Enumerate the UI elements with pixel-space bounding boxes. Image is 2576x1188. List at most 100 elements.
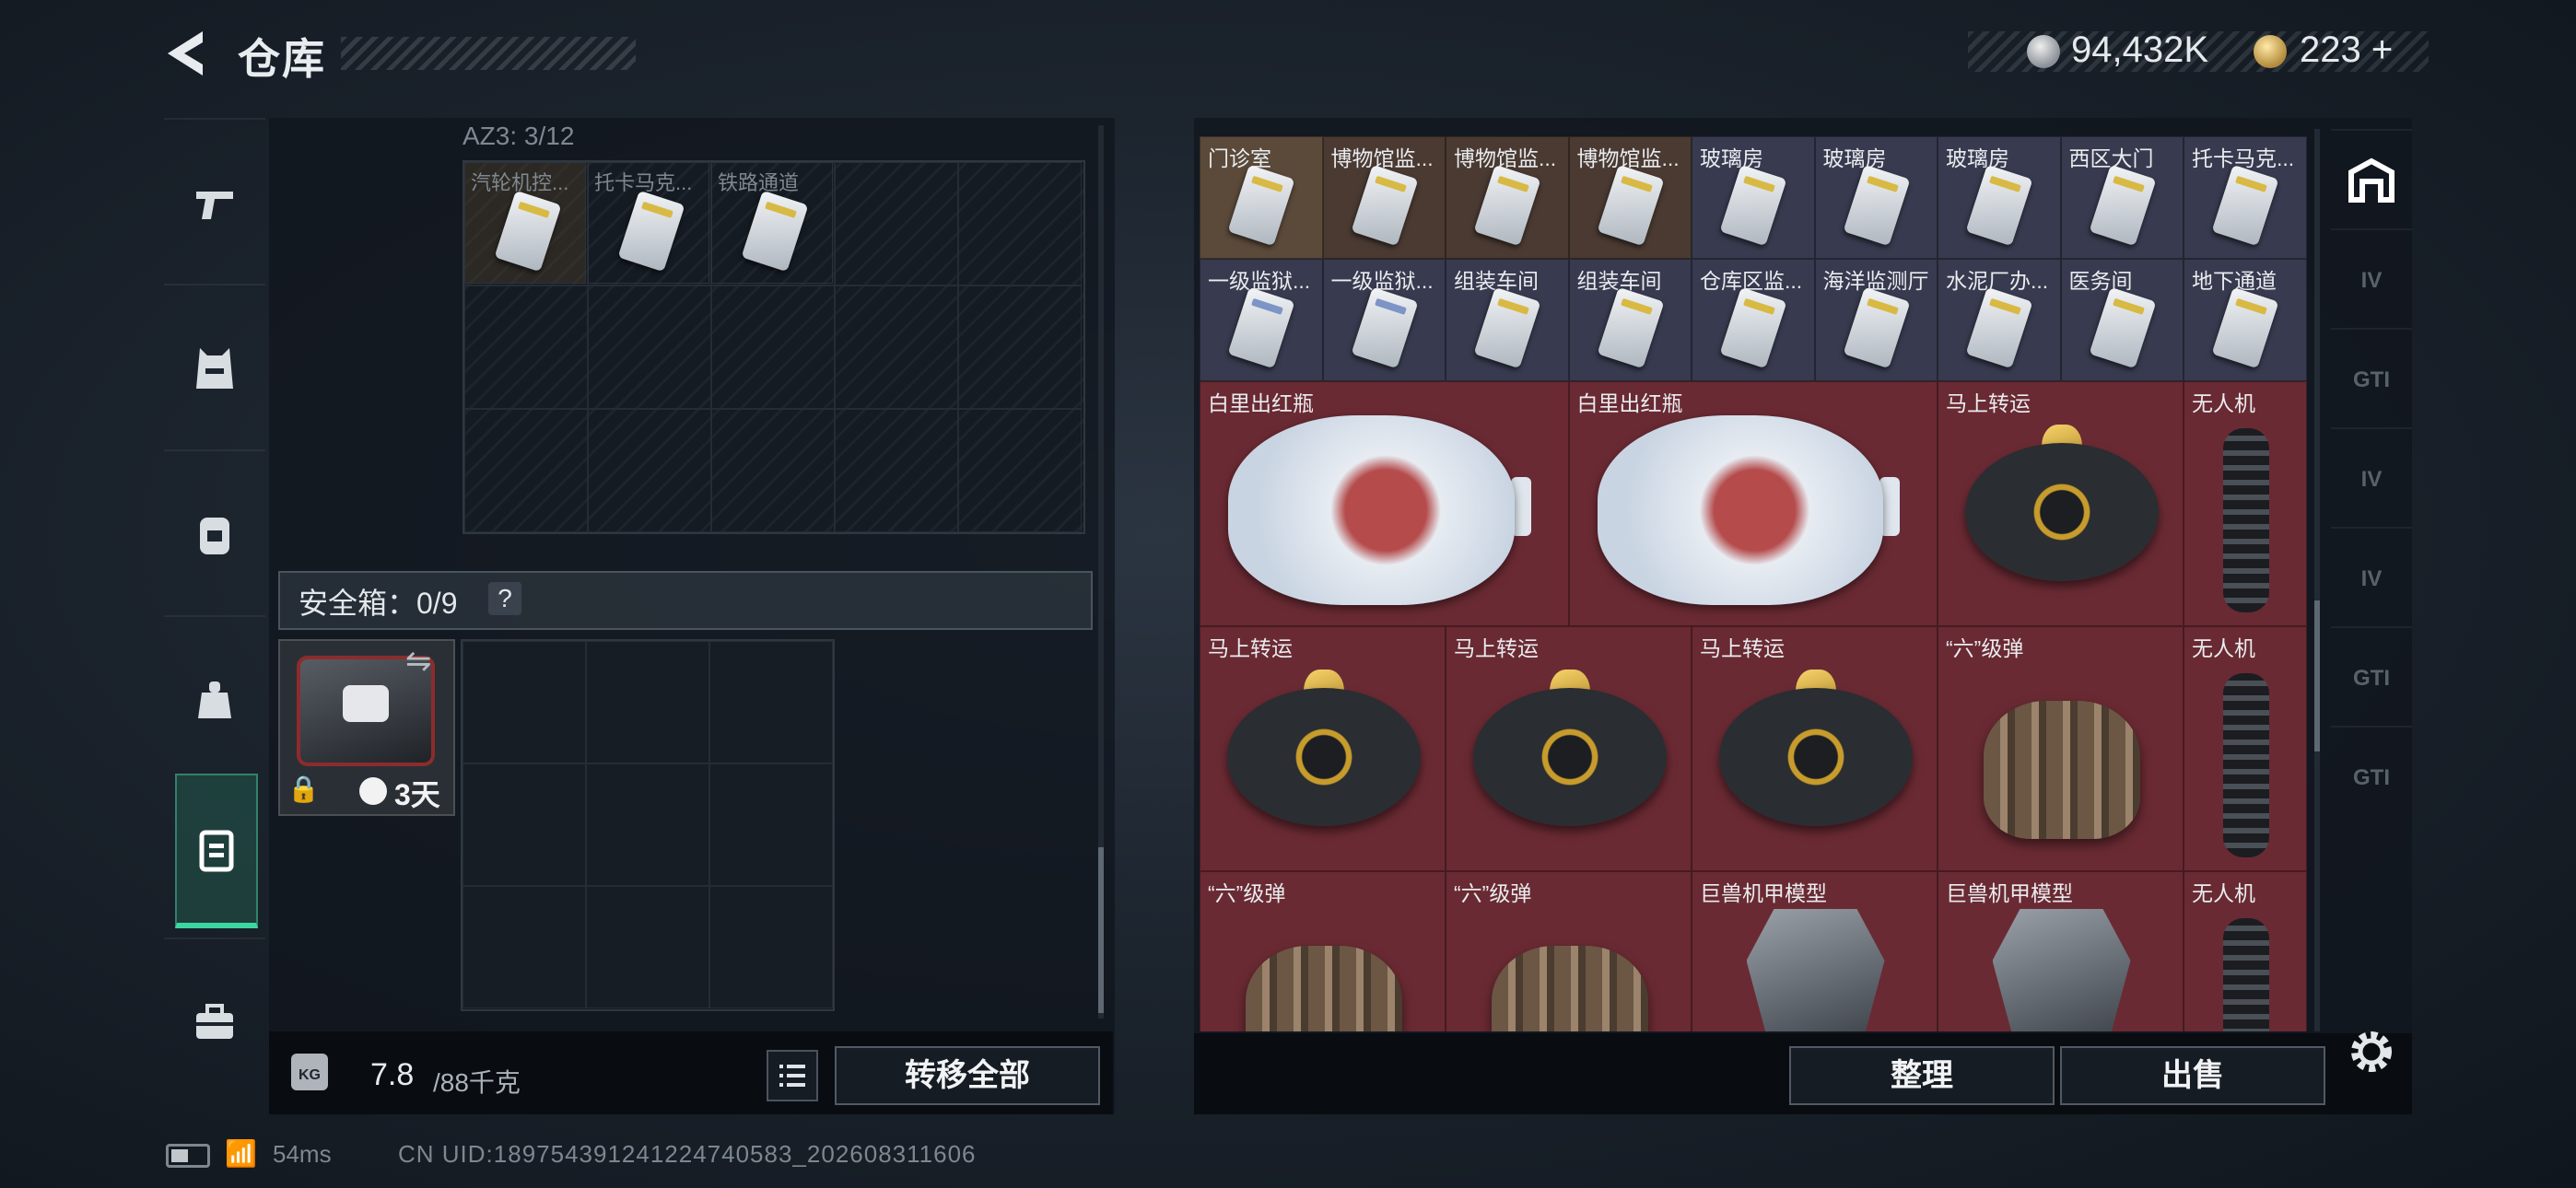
- keycard-image: [1597, 286, 1664, 369]
- keycard-item[interactable]: 汽轮机控...: [464, 162, 586, 284]
- tab-safebox[interactable]: [175, 774, 258, 928]
- stash-keycard[interactable]: 玻璃房: [1814, 136, 1938, 259]
- item-name: 组装车间: [1454, 269, 1539, 293]
- stash-keycard[interactable]: 组装车间: [1568, 259, 1692, 381]
- stash-tab-5[interactable]: GTI: [2331, 626, 2412, 729]
- stash-keycard[interactable]: 西区大门: [2060, 136, 2184, 259]
- grid-slot[interactable]: [588, 409, 711, 532]
- item-name: 马上转运: [1208, 636, 1293, 660]
- right-scroll-thumb[interactable]: [2314, 600, 2320, 751]
- safebox-slot-cell[interactable]: [709, 763, 833, 886]
- stash-item-drone[interactable]: 无人机: [2184, 871, 2307, 1031]
- safebox-slot-cell[interactable]: [709, 886, 833, 1008]
- grid-slot[interactable]: [711, 285, 835, 409]
- keycard-item[interactable]: 托卡马克...: [588, 162, 709, 284]
- tab-armor[interactable]: [164, 284, 265, 451]
- stash-keycard[interactable]: 博物馆监...: [1446, 136, 1569, 259]
- tab-rig[interactable]: [164, 615, 265, 783]
- sell-button[interactable]: 出售: [2060, 1046, 2325, 1105]
- keycard-item[interactable]: 铁路通道: [711, 162, 833, 284]
- add-gold-button[interactable]: +: [2371, 29, 2393, 70]
- right-scrollbar[interactable]: [2314, 129, 2320, 1031]
- sort-button[interactable]: 整理: [1789, 1046, 2055, 1105]
- silver-balance: 94,432K: [2071, 29, 2209, 70]
- stash-item-fist[interactable]: “六”级弹: [1446, 871, 1692, 1031]
- list-view-button[interactable]: [767, 1050, 818, 1101]
- stash-keycard[interactable]: 玻璃房: [1692, 136, 1815, 259]
- stash-item-vase[interactable]: 白里出红瓶: [1200, 381, 1569, 626]
- grid-slot[interactable]: [464, 285, 588, 409]
- settings-button[interactable]: [2344, 1024, 2399, 1079]
- tab-backpack[interactable]: [164, 449, 265, 617]
- stash-item-disc[interactable]: 马上转运: [1938, 381, 2184, 626]
- tab-case[interactable]: [164, 938, 265, 1105]
- safebox-slot-cell[interactable]: [463, 641, 586, 763]
- grid-slot[interactable]: [711, 409, 835, 532]
- stash-item-disc[interactable]: 马上转运: [1692, 626, 1938, 871]
- safebox-emblem: [343, 685, 389, 722]
- grid-slot[interactable]: [835, 162, 958, 285]
- stash-tab-2[interactable]: GTI: [2331, 328, 2412, 431]
- stash-item-drone[interactable]: 无人机: [2184, 626, 2307, 871]
- stash-item-mech[interactable]: 巨兽机甲模型: [1938, 871, 2184, 1031]
- stash-keycard[interactable]: 博物馆监...: [1568, 136, 1692, 259]
- stash-keycard[interactable]: 水泥厂办...: [1938, 259, 2061, 381]
- stash-item-disc[interactable]: 马上转运: [1446, 626, 1692, 871]
- tier-iv-folder-icon: IV: [2360, 268, 2383, 293]
- stash-item-disc[interactable]: 马上转运: [1200, 626, 1446, 871]
- safebox-slot-cell[interactable]: [709, 641, 833, 763]
- stash-keycard[interactable]: 玻璃房: [1938, 136, 2061, 259]
- stash-item-mech[interactable]: 巨兽机甲模型: [1692, 871, 1938, 1031]
- stash-item-fist[interactable]: “六”级弹: [1200, 871, 1446, 1031]
- stash-tab-3[interactable]: IV: [2331, 427, 2412, 530]
- stash-keycard[interactable]: 仓库区监...: [1692, 259, 1815, 381]
- item-name: 水泥厂办...: [1946, 269, 2049, 293]
- safebox-slot-cell[interactable]: [586, 641, 709, 763]
- stash-item-vase[interactable]: 白里出红瓶: [1568, 381, 1938, 626]
- drone-image: [2222, 918, 2269, 1031]
- stash-keycard[interactable]: 门诊室: [1200, 136, 1323, 259]
- stash-keycard[interactable]: 托卡马克...: [2184, 136, 2307, 259]
- stash-tab-0[interactable]: [2331, 129, 2412, 232]
- stash-keycard[interactable]: 海洋监测厅: [1814, 259, 1938, 381]
- item-name: 玻璃房: [1822, 146, 1887, 170]
- grid-slot[interactable]: [958, 409, 1082, 532]
- stash-keycard[interactable]: 一级监狱...: [1322, 259, 1446, 381]
- stash-keycard[interactable]: 组装车间: [1446, 259, 1569, 381]
- left-scroll-thumb[interactable]: [1098, 847, 1104, 1013]
- stash-tab-1[interactable]: IV: [2331, 228, 2412, 332]
- transfer-all-button[interactable]: 转移全部: [835, 1046, 1100, 1105]
- help-icon[interactable]: ?: [488, 582, 521, 615]
- stash-keycard[interactable]: 一级监狱...: [1200, 259, 1323, 381]
- grid-slot[interactable]: [958, 285, 1082, 409]
- safebox-slot-cell[interactable]: [586, 886, 709, 1008]
- keycard-name: 托卡马克...: [594, 171, 693, 194]
- swap-icon[interactable]: ⇋: [405, 643, 432, 680]
- grid-slot[interactable]: [835, 409, 958, 532]
- grid-slot[interactable]: [464, 409, 588, 532]
- gold-balance[interactable]: 223 +: [2300, 29, 2393, 71]
- safebox-slot-cell[interactable]: [463, 886, 586, 1008]
- grid-slot[interactable]: [835, 285, 958, 409]
- safebox-slot-cell[interactable]: [586, 763, 709, 886]
- stash-keycard[interactable]: 医务间: [2060, 259, 2184, 381]
- keycard-image: [1965, 286, 2033, 369]
- stash-keycard[interactable]: 地下通道: [2184, 259, 2307, 381]
- tier-iv-folder-icon: IV: [2360, 467, 2383, 492]
- mech-image: [1746, 909, 1885, 1031]
- weight-current: 7.8: [370, 1057, 415, 1092]
- stash-tab-6[interactable]: GTI: [2331, 726, 2412, 829]
- tab-weapons[interactable]: [164, 118, 265, 285]
- grid-slot[interactable]: [588, 285, 711, 409]
- ping-value: 54ms: [273, 1140, 332, 1168]
- item-name: 马上转运: [1454, 636, 1539, 660]
- item-name: “六”级弹: [1208, 881, 1286, 905]
- safebox-slot-cell[interactable]: [463, 763, 586, 886]
- stash-keycard[interactable]: 博物馆监...: [1322, 136, 1446, 259]
- stash-item-drone[interactable]: 无人机: [2184, 381, 2307, 626]
- item-name: 白里出红瓶: [1208, 391, 1314, 415]
- stash-item-fist[interactable]: “六”级弹: [1938, 626, 2184, 871]
- stash-tab-4[interactable]: IV: [2331, 527, 2412, 630]
- grid-slot[interactable]: [958, 162, 1082, 285]
- back-button[interactable]: [164, 28, 208, 79]
